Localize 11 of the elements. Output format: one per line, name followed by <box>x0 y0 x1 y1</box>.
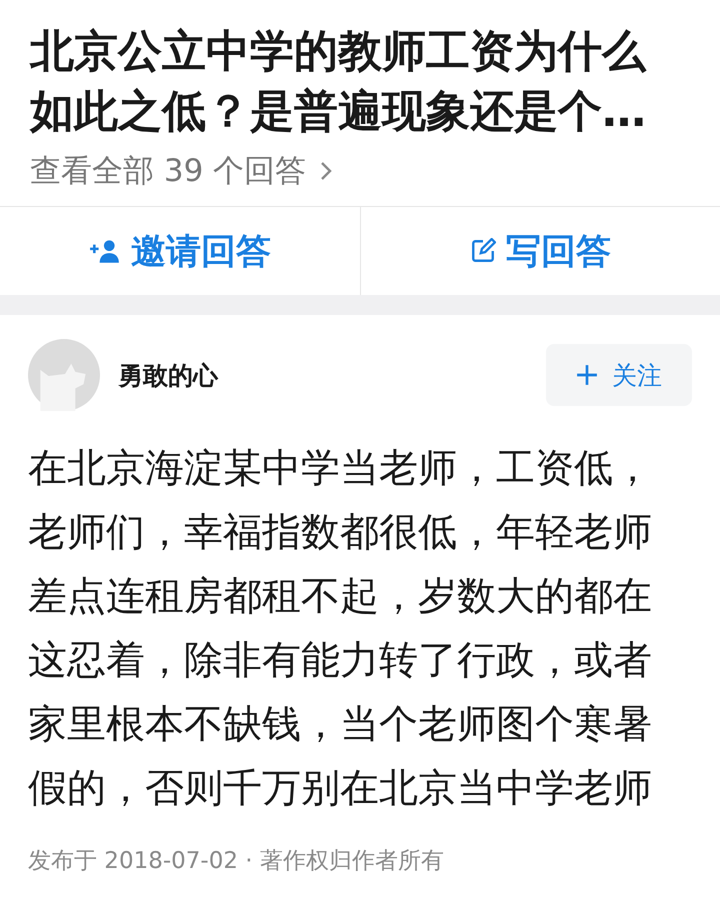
avatar-icon <box>28 339 100 411</box>
all-answers-link[interactable]: 查看全部 39 个回答 <box>30 150 690 192</box>
chevron-icon <box>320 161 332 181</box>
follow-button[interactable]: 关注 <box>546 344 692 406</box>
answer-text: 在北京海淀某中学当老师，工资低，老师们，幸福指数都很低，年轻老师差点连租房都租不起，岁数大的都在这忍着，除非有能力转了行政，或者家里根本不缺钱，当个老师图个寒暑假的，否则千万别在北京当中学老师 <box>28 445 653 813</box>
edit-icon <box>470 238 496 264</box>
add-person-icon <box>88 239 121 263</box>
question-title: 北京公立中学的教师工资为什么如此之低？是普遍现象还是个… <box>30 25 648 139</box>
publish-info: 发布于 2018-07-02 · 著作权归作者所有 <box>28 847 445 876</box>
author-name[interactable]: 勇敢的心 <box>118 358 546 392</box>
plus-icon <box>576 364 598 386</box>
